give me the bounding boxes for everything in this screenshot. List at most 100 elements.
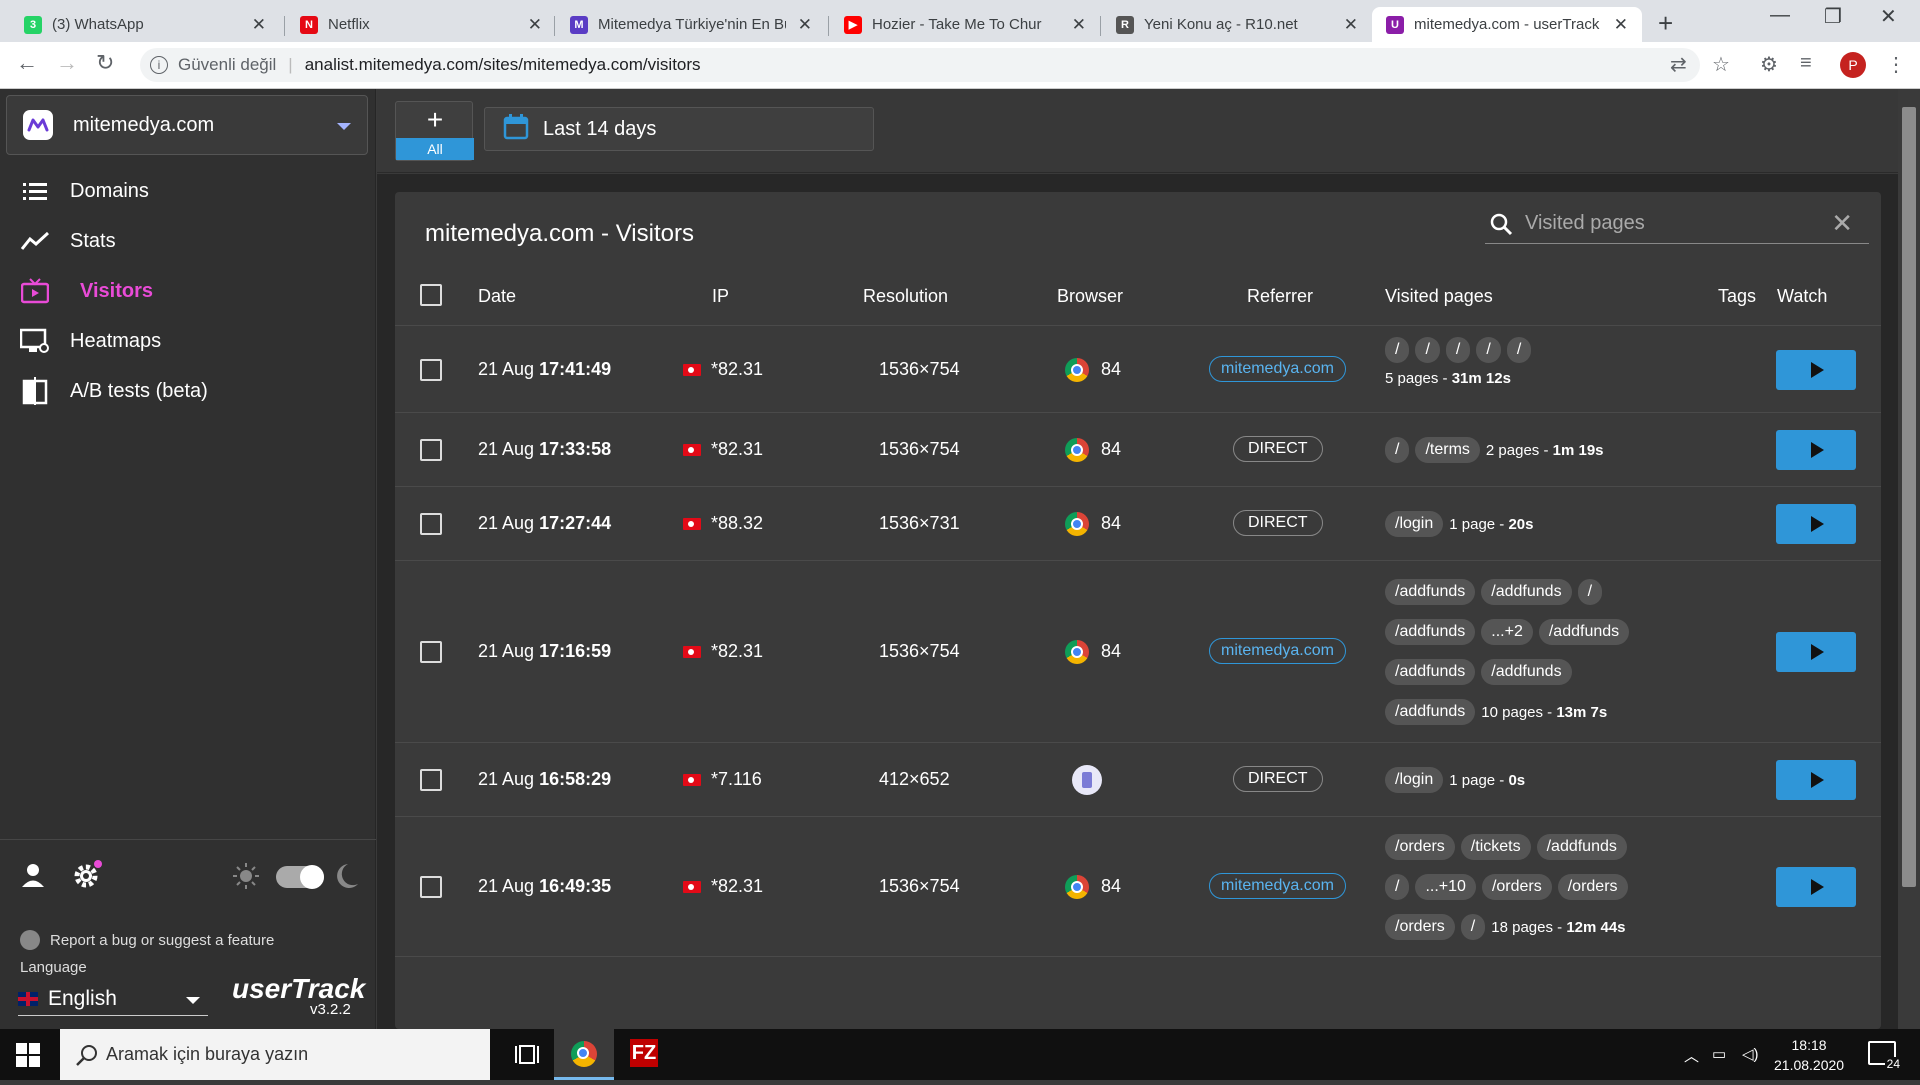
page-chip[interactable]: /addfunds bbox=[1385, 699, 1476, 725]
column-watch[interactable]: Watch bbox=[1777, 286, 1827, 307]
tray-chevron-icon[interactable]: ︿ bbox=[1684, 1045, 1699, 1066]
media-icon[interactable]: ≡ bbox=[1800, 52, 1812, 75]
page-chip[interactable]: / bbox=[1476, 337, 1501, 363]
search-input[interactable]: Visited pages bbox=[1525, 212, 1645, 235]
row-checkbox[interactable] bbox=[420, 513, 442, 535]
column-referrer[interactable]: Referrer bbox=[1247, 286, 1313, 307]
profile-avatar[interactable]: P bbox=[1840, 52, 1866, 78]
table-row[interactable]: 21 Aug 17:16:59 *82.31 1536×754 84 mitemedya… bbox=[395, 561, 1881, 743]
tab-close-icon[interactable]: ✕ bbox=[252, 15, 266, 35]
info-icon[interactable]: i bbox=[150, 56, 168, 74]
column-browser[interactable]: Browser bbox=[1057, 286, 1123, 307]
page-chip[interactable]: /addfunds bbox=[1385, 619, 1476, 645]
translate-icon[interactable]: ⇄ bbox=[1670, 52, 1687, 77]
watch-replay-button[interactable] bbox=[1776, 504, 1856, 544]
page-chip[interactable]: /addfunds bbox=[1385, 579, 1476, 605]
tab-close-icon[interactable]: ✕ bbox=[1344, 15, 1358, 35]
page-chip[interactable]: / bbox=[1385, 337, 1410, 363]
date-range-picker[interactable]: Last 14 days bbox=[484, 107, 874, 151]
taskbar-search[interactable]: Aramak için buraya yazın bbox=[60, 1029, 490, 1080]
star-icon[interactable]: ☆ bbox=[1712, 52, 1730, 77]
browser-tab[interactable]: M Mitemedya Türkiye'nin En Bü ✕ bbox=[556, 7, 826, 42]
page-chip[interactable]: /login bbox=[1385, 767, 1444, 793]
page-chip[interactable]: / bbox=[1506, 337, 1532, 363]
extensions-icon[interactable]: ⚙ bbox=[1760, 52, 1778, 77]
page-chip[interactable]: / bbox=[1385, 874, 1410, 900]
page-chip[interactable]: /addfunds bbox=[1481, 579, 1572, 605]
notification-icon[interactable]: 24 bbox=[1868, 1041, 1902, 1071]
row-checkbox[interactable] bbox=[420, 641, 442, 663]
watch-replay-button[interactable] bbox=[1776, 430, 1856, 470]
tab-close-icon[interactable]: ✕ bbox=[1072, 15, 1086, 35]
table-row[interactable]: 21 Aug 16:58:29 *7.116 412×652 DIRECT/login… bbox=[395, 743, 1881, 817]
close-window-button[interactable]: ✕ bbox=[1880, 4, 1897, 29]
page-chip[interactable]: / bbox=[1415, 337, 1440, 363]
page-chip[interactable]: /orders bbox=[1385, 914, 1455, 940]
volume-icon[interactable]: ◁) bbox=[1742, 1045, 1759, 1063]
browser-tab[interactable]: 3 (3) WhatsApp ✕ bbox=[10, 7, 280, 42]
column-visited-pages[interactable]: Visited pages bbox=[1385, 286, 1493, 307]
page-chip[interactable]: / bbox=[1445, 337, 1471, 363]
sidebar-item-stats[interactable]: Stats bbox=[0, 216, 376, 266]
row-checkbox[interactable] bbox=[420, 876, 442, 898]
page-chip[interactable]: /addfunds bbox=[1385, 659, 1476, 685]
page-chip[interactable]: / bbox=[1577, 579, 1603, 605]
browser-tab[interactable]: R Yeni Konu aç - R10.net ✕ bbox=[1102, 7, 1372, 42]
referrer-link[interactable]: mitemedya.com bbox=[1209, 356, 1346, 382]
new-tab-button[interactable]: + bbox=[1658, 8, 1673, 39]
row-checkbox[interactable] bbox=[420, 769, 442, 791]
column-resolution[interactable]: Resolution bbox=[863, 286, 948, 307]
page-chip[interactable]: / bbox=[1460, 914, 1486, 940]
chrome-taskbar-icon[interactable] bbox=[554, 1029, 614, 1080]
page-chip[interactable]: ...+2 bbox=[1481, 619, 1533, 645]
sidebar-item-heatmaps[interactable]: Heatmaps bbox=[0, 316, 376, 366]
tab-close-icon[interactable]: ✕ bbox=[798, 15, 812, 35]
tab-close-icon[interactable]: ✕ bbox=[528, 15, 542, 35]
browser-tab[interactable]: N Netflix ✕ bbox=[286, 7, 556, 42]
page-chip[interactable]: /terms bbox=[1415, 437, 1480, 463]
table-row[interactable]: 21 Aug 16:49:35 *82.31 1536×754 84 mitemedya… bbox=[395, 817, 1881, 957]
referrer[interactable]: mitemedya.com bbox=[1209, 356, 1346, 382]
watch-replay-button[interactable] bbox=[1776, 632, 1856, 672]
user-icon[interactable] bbox=[20, 862, 46, 893]
sidebar-item-domains[interactable]: Domains bbox=[0, 166, 376, 216]
column-ip[interactable]: IP bbox=[712, 286, 729, 307]
windows-start-icon[interactable] bbox=[16, 1043, 40, 1067]
maximize-button[interactable]: ❐ bbox=[1824, 4, 1842, 29]
close-icon[interactable]: ✕ bbox=[1831, 208, 1853, 239]
watch-replay-button[interactable] bbox=[1776, 350, 1856, 390]
forward-icon[interactable]: → bbox=[56, 50, 78, 76]
select-all-checkbox[interactable] bbox=[420, 284, 442, 306]
referrer-link[interactable]: mitemedya.com bbox=[1209, 638, 1346, 664]
url-bar[interactable]: i Güvenli değil | analist.mitemedya.com/… bbox=[140, 48, 1700, 82]
column-tags[interactable]: Tags bbox=[1718, 286, 1756, 307]
scrollbar-thumb[interactable] bbox=[1902, 107, 1916, 887]
row-checkbox[interactable] bbox=[420, 359, 442, 381]
table-row[interactable]: 21 Aug 17:41:49 *82.31 1536×754 84 mitemedya… bbox=[395, 327, 1881, 413]
page-chip[interactable]: ...+10 bbox=[1415, 874, 1476, 900]
watch-replay-button[interactable] bbox=[1776, 867, 1856, 907]
task-view-icon[interactable] bbox=[500, 1029, 560, 1080]
page-chip[interactable]: /tickets bbox=[1460, 834, 1531, 860]
page-chip[interactable]: /addfunds bbox=[1538, 619, 1630, 645]
reload-icon[interactable]: ↻ bbox=[96, 50, 114, 76]
back-icon[interactable]: ← bbox=[16, 50, 38, 76]
filezilla-taskbar-icon[interactable]: FZ bbox=[614, 1029, 674, 1080]
sidebar-item-ab-tests[interactable]: A/B tests (beta) bbox=[0, 366, 376, 416]
gear-icon[interactable] bbox=[72, 860, 102, 895]
tab-close-icon[interactable]: ✕ bbox=[1614, 15, 1628, 35]
scrollbar[interactable] bbox=[1898, 89, 1920, 1029]
page-chip[interactable]: /addfunds bbox=[1481, 659, 1572, 685]
visited-pages-search[interactable]: Visited pages ✕ bbox=[1485, 206, 1869, 244]
page-chip[interactable]: /orders bbox=[1557, 874, 1628, 900]
referrer[interactable]: mitemedya.com bbox=[1209, 638, 1346, 664]
browser-tab[interactable]: ▶ Hozier - Take Me To Chur ✕ bbox=[830, 7, 1100, 42]
site-selector[interactable]: mitemedya.com bbox=[6, 95, 368, 155]
language-select[interactable]: English bbox=[18, 982, 208, 1016]
page-chip[interactable]: /login bbox=[1385, 511, 1444, 537]
browser-tab[interactable]: Umitemedya.com - userTrack ✕ bbox=[1372, 7, 1642, 42]
page-chip[interactable]: /orders bbox=[1385, 834, 1455, 860]
table-row[interactable]: 21 Aug 17:27:44 *88.32 1536×731 84 DIRECT/lo… bbox=[395, 487, 1881, 561]
minimize-button[interactable]: — bbox=[1770, 4, 1790, 27]
page-chip[interactable]: / bbox=[1385, 437, 1410, 463]
